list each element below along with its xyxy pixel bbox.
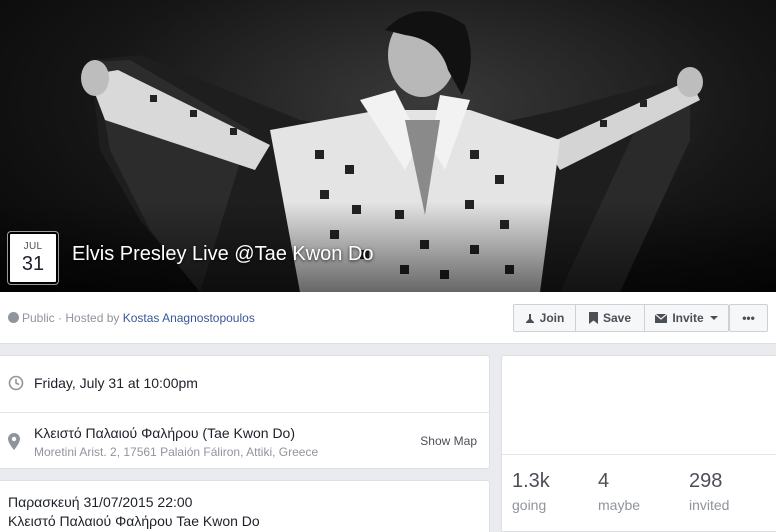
clock-icon — [8, 375, 24, 391]
event-privacy: Public · Hosted by Kostas Anagnostopoulo… — [8, 311, 255, 325]
save-button[interactable]: Save — [576, 304, 645, 332]
description-line-1: Παρασκευή 31/07/2015 22:00 — [8, 494, 193, 510]
event-day: 31 — [21, 253, 45, 275]
more-options-button[interactable]: ••• — [729, 304, 768, 332]
details-divider — [0, 412, 489, 413]
event-action-bar: Public · Hosted by Kostas Anagnostopoulo… — [0, 292, 776, 344]
guest-stats-card: 1.3k going 4 maybe 298 invited — [501, 355, 776, 532]
stat-invited[interactable]: 298 invited — [689, 470, 729, 513]
invited-count: 298 — [689, 470, 723, 492]
location-name[interactable]: Κλειστό Παλαιού Φαλήρου (Tae Kwon Do) — [34, 425, 295, 441]
stat-maybe[interactable]: 4 maybe — [598, 470, 640, 513]
privacy-text: Public · Hosted by — [22, 311, 123, 325]
person-check-icon — [525, 313, 534, 323]
save-label: Save — [602, 311, 632, 325]
maybe-label: maybe — [598, 497, 641, 513]
stat-going[interactable]: 1.3k going — [512, 470, 550, 513]
chevron-down-icon — [709, 316, 718, 320]
description-line-2: Κλειστό Παλαιού Φαλήρου Tae Kwon Do — [8, 513, 260, 529]
going-count: 1.3k — [512, 470, 550, 492]
invite-label: Invite — [672, 311, 704, 325]
more-label: ••• — [742, 311, 755, 325]
join-button[interactable]: Join — [513, 304, 576, 332]
event-time-row: Friday, July 31 at 10:00pm — [8, 375, 198, 391]
globe-icon — [8, 312, 19, 323]
event-details-card: Friday, July 31 at 10:00pm Κλειστό Παλαι… — [0, 355, 490, 469]
show-map-link[interactable]: Show Map — [420, 434, 477, 448]
stats-divider — [502, 454, 776, 455]
invited-label: invited — [689, 497, 730, 513]
location-address: Moretini Arist. 2, 17561 Palaión Fáliron… — [34, 445, 319, 459]
going-label: going — [512, 497, 547, 513]
cover-photo[interactable]: JUL 31 Elvis Presley Live @Tae Kwon Do — [0, 0, 776, 292]
event-description-card: Παρασκευή 31/07/2015 22:00 Κλειστό Παλαι… — [0, 480, 490, 532]
join-label: Join — [539, 311, 565, 325]
envelope-icon — [655, 313, 668, 323]
maybe-count: 4 — [598, 470, 610, 492]
invite-button[interactable]: Invite — [645, 304, 729, 332]
map-pin-icon — [8, 433, 20, 450]
event-time: Friday, July 31 at 10:00pm — [34, 375, 198, 391]
event-month: JUL — [23, 241, 43, 252]
rsvp-button-group: Join Save Invite — [513, 304, 729, 332]
event-title: Elvis Presley Live @Tae Kwon Do — [72, 243, 374, 265]
event-date-badge: JUL 31 — [8, 232, 58, 284]
host-link[interactable]: Kostas Anagnostopoulos — [123, 311, 255, 325]
bookmark-icon — [588, 312, 598, 324]
